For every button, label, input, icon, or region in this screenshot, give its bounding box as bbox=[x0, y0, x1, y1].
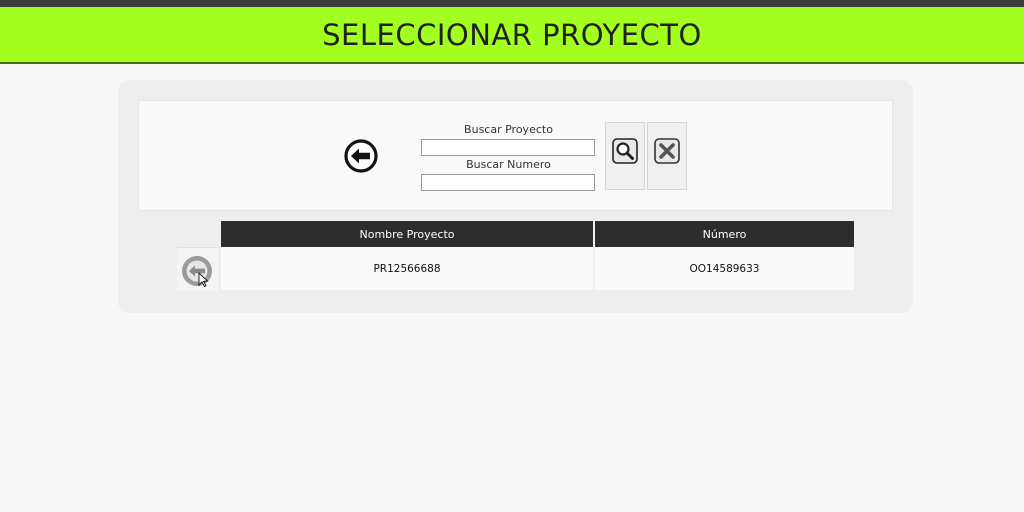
project-name-cell: PR12566688 bbox=[221, 247, 593, 290]
top-strip bbox=[0, 0, 1024, 7]
search-number-input[interactable] bbox=[421, 174, 595, 191]
select-arrow-circle-icon bbox=[182, 256, 212, 288]
main-panel: Buscar Proyecto Buscar Numero Nombre Pro… bbox=[118, 80, 913, 313]
close-x-icon bbox=[654, 138, 680, 164]
search-number-label: Buscar Numero bbox=[466, 158, 551, 171]
back-button[interactable] bbox=[344, 139, 378, 173]
select-project-button[interactable] bbox=[181, 255, 213, 288]
clear-button[interactable] bbox=[647, 122, 687, 190]
column-header-name: Nombre Proyecto bbox=[221, 221, 593, 247]
search-project-input[interactable] bbox=[421, 139, 595, 156]
projects-table: Nombre Proyecto Número PR12566688 OO1458… bbox=[219, 221, 856, 290]
table-header-row: Nombre Proyecto Número bbox=[221, 221, 854, 247]
row-select-cell bbox=[177, 247, 218, 291]
search-project-label: Buscar Proyecto bbox=[464, 123, 553, 136]
column-header-number: Número bbox=[595, 221, 854, 247]
page-title: SELECCIONAR PROYECTO bbox=[322, 17, 702, 52]
magnifier-icon bbox=[612, 138, 638, 164]
table-row[interactable]: PR12566688 OO14589633 bbox=[221, 247, 854, 290]
page-header: SELECCIONAR PROYECTO bbox=[0, 7, 1024, 64]
project-number-cell: OO14589633 bbox=[595, 247, 854, 290]
search-panel: Buscar Proyecto Buscar Numero bbox=[138, 100, 893, 211]
back-arrow-circle-icon bbox=[344, 139, 378, 173]
search-button[interactable] bbox=[605, 122, 645, 190]
